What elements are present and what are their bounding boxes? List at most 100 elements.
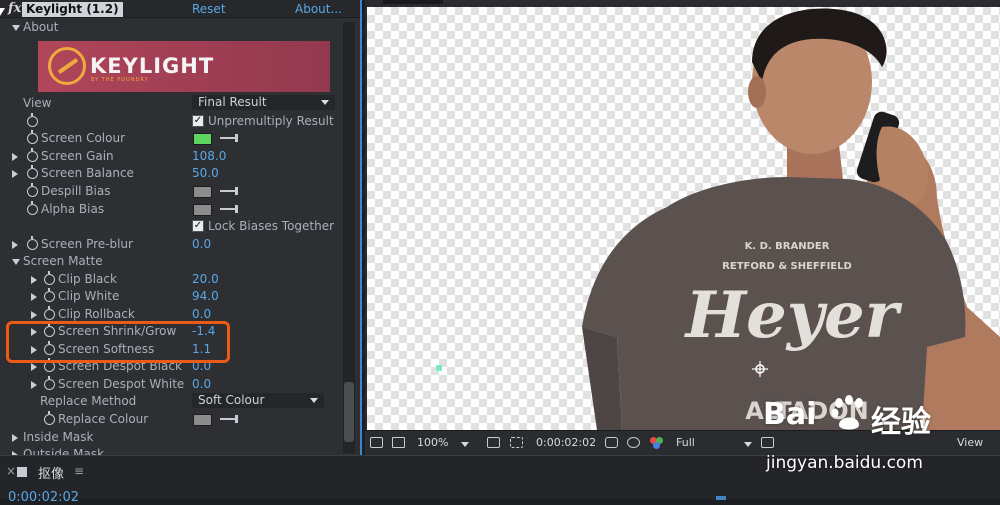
alpha-bias-label: Alpha Bias bbox=[41, 202, 105, 216]
transparency-canvas[interactable]: K. D. BRANDER RETFORD & SHEFFIELD Heyer … bbox=[367, 7, 1000, 430]
chevron-down-icon[interactable] bbox=[744, 442, 752, 447]
about-section-label: About bbox=[23, 20, 59, 34]
expand-triangle-icon[interactable] bbox=[31, 276, 37, 284]
replace-colour-swatch[interactable] bbox=[193, 414, 212, 426]
stopwatch-icon[interactable] bbox=[27, 236, 38, 250]
outside-mask-row[interactable]: Outside Mask bbox=[0, 446, 340, 455]
stopwatch-icon[interactable] bbox=[44, 288, 55, 302]
despill-bias-label: Despill Bias bbox=[41, 184, 111, 198]
effect-controls-panel: fx Keylight (1.2) Reset About... About K… bbox=[0, 0, 362, 455]
watermark-brand-b: 经验 bbox=[871, 405, 931, 440]
expand-triangle-icon[interactable] bbox=[12, 259, 20, 265]
screen-matte-group-row[interactable]: Screen Matte bbox=[0, 253, 340, 270]
timeline-tab-title[interactable]: 抠像 bbox=[38, 463, 64, 482]
expand-triangle-icon[interactable] bbox=[12, 153, 18, 161]
clip-black-value[interactable]: 20.0 bbox=[192, 271, 219, 288]
eyedropper-icon[interactable] bbox=[220, 187, 238, 195]
paw-logo-icon bbox=[831, 395, 863, 430]
clip-white-value[interactable]: 94.0 bbox=[192, 288, 219, 305]
camera-snapshot-icon[interactable] bbox=[605, 437, 618, 448]
inside-mask-label: Inside Mask bbox=[23, 430, 94, 444]
stopwatch-icon[interactable] bbox=[27, 148, 38, 162]
alpha-bias-swatch[interactable] bbox=[193, 204, 212, 216]
scrollbar-thumb[interactable] bbox=[344, 382, 354, 442]
screen-balance-value[interactable]: 50.0 bbox=[192, 165, 219, 182]
stopwatch-icon[interactable] bbox=[27, 183, 38, 197]
timeline-current-time[interactable]: 0:00:02:02 bbox=[8, 490, 79, 505]
eyedropper-icon[interactable] bbox=[220, 134, 238, 142]
panel-menu-icon[interactable]: ≡ bbox=[74, 464, 84, 478]
stopwatch-icon[interactable] bbox=[44, 271, 55, 285]
viewer-tab[interactable] bbox=[383, 0, 443, 4]
playhead-marker[interactable] bbox=[716, 496, 726, 500]
annotation-highlight-box bbox=[6, 321, 230, 363]
lock-biases-checkbox[interactable]: ✓ bbox=[192, 220, 204, 232]
stopwatch-icon[interactable] bbox=[27, 113, 38, 127]
screen-despot-white-label: Screen Despot White bbox=[58, 377, 185, 391]
about-section-row[interactable]: About bbox=[0, 19, 340, 36]
stopwatch-icon[interactable] bbox=[44, 306, 55, 320]
expand-triangle-icon[interactable] bbox=[12, 434, 18, 442]
screen-colour-row: Screen Colour bbox=[0, 130, 340, 147]
view-row: View Final Result bbox=[0, 95, 340, 112]
unpremultiply-checkbox[interactable]: ✓ bbox=[192, 115, 204, 127]
effect-name[interactable]: Keylight (1.2) bbox=[22, 2, 123, 17]
replace-method-row: Replace Method Soft Colour bbox=[0, 393, 340, 410]
unpremultiply-row: ✓ Unpremultiply Result bbox=[0, 113, 340, 130]
replace-method-dropdown[interactable]: Soft Colour bbox=[192, 393, 324, 408]
screen-gain-value[interactable]: 108.0 bbox=[192, 148, 226, 165]
alpha-bias-row: Alpha Bias bbox=[0, 201, 340, 218]
close-icon[interactable]: × bbox=[6, 464, 16, 478]
expand-triangle-icon[interactable] bbox=[31, 311, 37, 319]
expand-triangle-icon[interactable] bbox=[12, 25, 20, 31]
replace-method-label: Replace Method bbox=[40, 394, 137, 408]
stopwatch-icon[interactable] bbox=[27, 130, 38, 144]
view-select[interactable]: View bbox=[957, 436, 983, 449]
inside-mask-row[interactable]: Inside Mask bbox=[0, 429, 340, 446]
screen-colour-label: Screen Colour bbox=[41, 131, 126, 145]
view-dropdown[interactable]: Final Result bbox=[192, 95, 335, 110]
shirt-print-sub: RETFORD & SHEFFIELD bbox=[722, 261, 852, 272]
screen-preblur-value[interactable]: 0.0 bbox=[192, 236, 211, 253]
region-of-interest-icon[interactable] bbox=[487, 437, 500, 448]
screen-gain-row: Screen Gain 108.0 bbox=[0, 148, 340, 165]
expand-triangle-icon[interactable] bbox=[31, 293, 37, 301]
eyedropper-icon[interactable] bbox=[220, 415, 238, 423]
screen-balance-label: Screen Balance bbox=[41, 166, 134, 180]
clip-black-label: Clip Black bbox=[58, 272, 117, 286]
current-timecode[interactable]: 0:00:02:02 bbox=[536, 436, 596, 449]
expand-triangle-icon[interactable] bbox=[12, 170, 18, 178]
expand-triangle-icon[interactable] bbox=[31, 381, 37, 389]
show-snapshot-icon[interactable] bbox=[627, 437, 640, 448]
stopwatch-icon[interactable] bbox=[27, 201, 38, 215]
always-preview-icon[interactable] bbox=[370, 437, 383, 448]
stopwatch-icon[interactable] bbox=[27, 165, 38, 179]
screen-despot-white-value[interactable]: 0.0 bbox=[192, 376, 211, 393]
replace-colour-label: Replace Colour bbox=[58, 412, 149, 426]
keylight-logo-icon bbox=[48, 47, 86, 85]
resolution-select[interactable]: Full bbox=[676, 436, 695, 449]
chevron-down-icon[interactable] bbox=[461, 442, 469, 447]
reset-link[interactable]: Reset bbox=[192, 2, 226, 16]
color-channels-icon[interactable] bbox=[650, 437, 664, 449]
eyedropper-icon[interactable] bbox=[220, 205, 238, 213]
monitor-icon[interactable] bbox=[392, 437, 405, 448]
layer-handle-icon[interactable] bbox=[436, 365, 442, 371]
keyed-person-image: K. D. BRANDER RETFORD & SHEFFIELD Heyer … bbox=[582, 8, 1000, 430]
chevron-down-icon bbox=[321, 100, 329, 105]
transparency-grid-icon[interactable] bbox=[510, 437, 523, 448]
about-link[interactable]: About... bbox=[295, 2, 342, 16]
despill-bias-swatch[interactable] bbox=[193, 186, 212, 198]
screen-colour-swatch[interactable] bbox=[193, 133, 212, 145]
zoom-level[interactable]: 100% bbox=[417, 436, 448, 449]
despill-bias-row: Despill Bias bbox=[0, 183, 340, 200]
stopwatch-icon[interactable] bbox=[44, 411, 55, 425]
expand-triangle-icon[interactable] bbox=[31, 363, 37, 371]
screen-balance-row: Screen Balance 50.0 bbox=[0, 165, 340, 182]
view-dropdown-value: Final Result bbox=[198, 95, 267, 109]
expand-triangle-icon[interactable] bbox=[12, 241, 18, 249]
outside-mask-label: Outside Mask bbox=[23, 447, 105, 455]
panel-scrollbar[interactable] bbox=[343, 22, 355, 453]
stopwatch-icon[interactable] bbox=[44, 376, 55, 390]
fx-toggle[interactable]: fx bbox=[8, 1, 21, 16]
